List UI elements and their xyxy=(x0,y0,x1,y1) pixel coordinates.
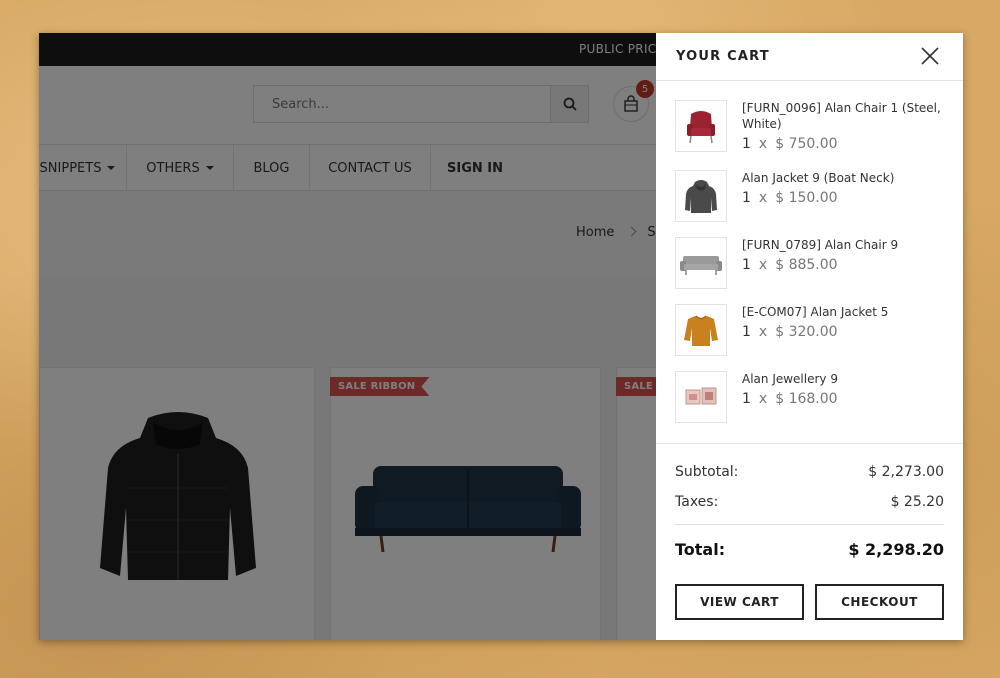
hoodie-icon xyxy=(685,180,717,213)
armchair-icon xyxy=(687,111,715,144)
sweater-icon xyxy=(684,315,718,346)
cart-line-name[interactable]: [E-COM07] Alan Jacket 5 xyxy=(742,304,942,320)
jewellery-icon xyxy=(685,387,717,405)
subtotal-row: Subtotal: $ 2,273.00 xyxy=(675,464,944,480)
cart-line-name[interactable]: [FURN_0096] Alan Chair 1 (Steel, White) xyxy=(742,100,942,132)
cart-line-qty: 1 x $ 750.00 xyxy=(742,136,838,152)
cart-header: YOUR CART xyxy=(656,33,963,81)
times-sign: x xyxy=(758,324,768,340)
qty-value: 1 xyxy=(742,257,751,273)
cart-line-image[interactable] xyxy=(675,100,727,152)
total-label: Total: xyxy=(675,540,726,559)
taxes-row: Taxes: $ 25.20 xyxy=(675,494,944,510)
cart-line-image[interactable] xyxy=(675,371,727,423)
qty-value: 1 xyxy=(742,391,751,407)
subtotal-value: $ 2,273.00 xyxy=(868,464,944,480)
total-value: $ 2,298.20 xyxy=(848,540,944,559)
taxes-label: Taxes: xyxy=(675,494,719,510)
line-price: $ 320.00 xyxy=(775,324,838,340)
browser-window: PUBLIC PRICELIST 5 xyxy=(39,33,963,640)
times-sign: x xyxy=(758,136,768,152)
cart-line-image[interactable] xyxy=(675,170,727,222)
qty-value: 1 xyxy=(742,324,751,340)
cart-totals xyxy=(656,443,963,444)
cart-line-name[interactable]: [FURN_0789] Alan Chair 9 xyxy=(742,237,942,253)
times-sign: x xyxy=(758,190,768,206)
taxes-value: $ 25.20 xyxy=(890,494,944,510)
cart-line-image[interactable] xyxy=(675,237,727,289)
cart-line-qty: 1 x $ 885.00 xyxy=(742,257,838,273)
cart-line-image[interactable] xyxy=(675,304,727,356)
line-price: $ 168.00 xyxy=(775,391,838,407)
checkout-button[interactable]: CHECKOUT xyxy=(815,584,944,620)
cart-line-name[interactable]: Alan Jacket 9 (Boat Neck) xyxy=(742,170,942,186)
view-cart-button[interactable]: VIEW CART xyxy=(675,584,804,620)
cart-line-qty: 1 x $ 320.00 xyxy=(742,324,838,340)
qty-value: 1 xyxy=(742,190,751,206)
cart-drawer: YOUR CART [FURN_0096] Alan Chair 1 (Stee… xyxy=(656,33,963,640)
close-icon[interactable] xyxy=(920,46,940,66)
totals-divider xyxy=(675,524,944,525)
times-sign: x xyxy=(758,391,768,407)
subtotal-label: Subtotal: xyxy=(675,464,739,480)
sofa-icon xyxy=(680,256,722,275)
line-price: $ 750.00 xyxy=(775,136,838,152)
line-price: $ 885.00 xyxy=(775,257,838,273)
cart-title: YOUR CART xyxy=(676,49,770,64)
cart-line-qty: 1 x $ 168.00 xyxy=(742,391,838,407)
total-row: Total: $ 2,298.20 xyxy=(675,540,944,559)
qty-value: 1 xyxy=(742,136,751,152)
cart-line-qty: 1 x $ 150.00 xyxy=(742,190,838,206)
line-price: $ 150.00 xyxy=(775,190,838,206)
times-sign: x xyxy=(758,257,768,273)
cart-line-name[interactable]: Alan Jewellery 9 xyxy=(742,371,942,387)
